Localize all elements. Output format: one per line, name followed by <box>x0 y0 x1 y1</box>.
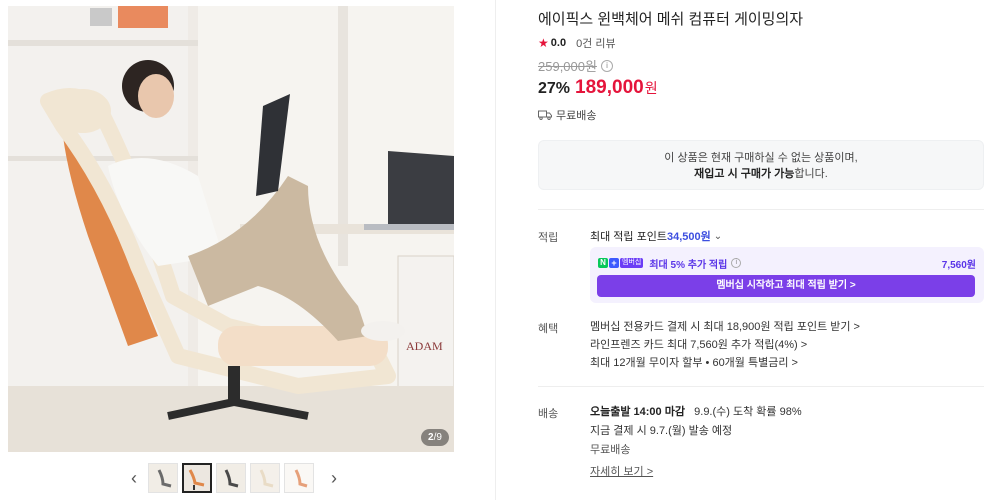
original-price: 259,000원 <box>538 59 597 74</box>
rating-row[interactable]: ★ 0.0 0건 리뷰 <box>538 35 616 51</box>
info-icon[interactable]: i <box>600 59 613 72</box>
delivery-fee: 무료배송 <box>590 444 631 456</box>
delivery-arrival: 9.9.(수) 도착 확률 98% <box>694 406 802 418</box>
truck-icon <box>538 110 552 120</box>
delivery-cutoff: 오늘출발 14:00 마감 <box>590 406 685 418</box>
thumbnail-4[interactable] <box>250 463 280 493</box>
column-divider <box>495 0 496 500</box>
delivery-detail-link[interactable]: 자세히 보기 > <box>590 466 653 478</box>
membership-points-box: N + 멤버십 최대 5% 추가 적립 i 7,560원 멤버십 시작하고 최대… <box>590 247 984 303</box>
out-of-stock-notice: 이 상품은 현재 구매하실 수 없는 상품이며, 재입고 시 구매가 가능합니다… <box>538 140 984 190</box>
product-title: 에이픽스 윈백체어 메쉬 컴퓨터 게이밍의자 <box>538 11 804 28</box>
thumbnail-2[interactable] <box>182 463 212 493</box>
section-divider <box>538 386 984 387</box>
delivery-label: 배송 <box>538 408 559 420</box>
delivery-info: 오늘출발 14:00 마감 9.9.(수) 도착 확률 98% 지금 결제 시 … <box>590 403 802 482</box>
shipping-row: 무료배송 <box>538 107 596 123</box>
membership-points-row: N + 멤버십 최대 5% 추가 적립 i 7,560원 <box>598 256 976 271</box>
benefits-label: 혜택 <box>538 323 559 335</box>
sale-price-row: 27% 189,000 원 <box>538 77 658 99</box>
thumbnail-5[interactable] <box>284 463 314 493</box>
notice-line-2: 재입고 시 구매가 가능합니다. <box>694 168 828 180</box>
image-counter: 2/9 <box>421 429 449 446</box>
points-label: 적립 <box>538 232 559 244</box>
membership-badge: 멤버십 <box>620 258 644 268</box>
delivery-ship-date: 지금 결제 시 9.7.(월) 발송 예정 <box>590 425 733 437</box>
naver-n-badge: N <box>598 258 608 268</box>
membership-extra-points-text: 최대 5% 추가 적립 <box>649 259 728 271</box>
delivery-cutoff-row: 오늘출발 14:00 마감 9.9.(수) 도착 확률 98% <box>590 403 802 422</box>
rating-score: 0.0 <box>550 37 567 49</box>
office-chair-photo: ADAM <box>8 6 454 452</box>
benefit-item[interactable]: 최대 12개월 무이자 할부 • 60개월 특별금리 > <box>590 354 860 372</box>
notice-line-1: 이 상품은 현재 구매하실 수 없는 상품이며, <box>664 152 858 164</box>
chevron-down-icon: ⌄ <box>713 230 723 242</box>
free-shipping-text: 무료배송 <box>556 110 597 122</box>
benefits-list: 멤버십 전용카드 결제 시 최대 18,900원 적립 포인트 받기 > 라인프… <box>590 318 860 372</box>
product-main-image[interactable]: ADAM 2/9 <box>8 6 454 452</box>
chevron-right-icon[interactable]: › <box>326 463 342 493</box>
svg-text:ADAM: ADAM <box>406 339 443 353</box>
benefit-item[interactable]: 라인프렌즈 카드 최대 7,560원 추가 적립(4%) > <box>590 336 860 354</box>
discount-rate: 27% <box>538 80 571 97</box>
start-membership-button[interactable]: 멤버십 시작하고 최대 적립 받기 > <box>597 275 975 297</box>
sale-price: 189,000 <box>575 77 644 98</box>
section-divider <box>538 209 984 210</box>
price-unit: 원 <box>644 80 658 96</box>
membership-points-amount: 7,560원 <box>941 259 976 271</box>
thumbnail-1[interactable] <box>148 463 178 493</box>
star-icon: ★ <box>538 36 549 50</box>
info-icon[interactable]: i <box>731 258 742 268</box>
thumbnail-strip: ‹ › <box>126 462 342 494</box>
original-price-row: 259,000원 i <box>538 56 613 75</box>
benefit-item[interactable]: 멤버십 전용카드 결제 시 최대 18,900원 적립 포인트 받기 > <box>590 318 860 336</box>
plus-badge: + <box>609 258 619 268</box>
max-points-link[interactable]: 최대 적립 포인트 34,500원 ⌄ <box>590 228 722 244</box>
thumbnail-3[interactable] <box>216 463 246 493</box>
review-count-link[interactable]: 0건 리뷰 <box>576 35 616 51</box>
chevron-left-icon[interactable]: ‹ <box>126 463 142 493</box>
